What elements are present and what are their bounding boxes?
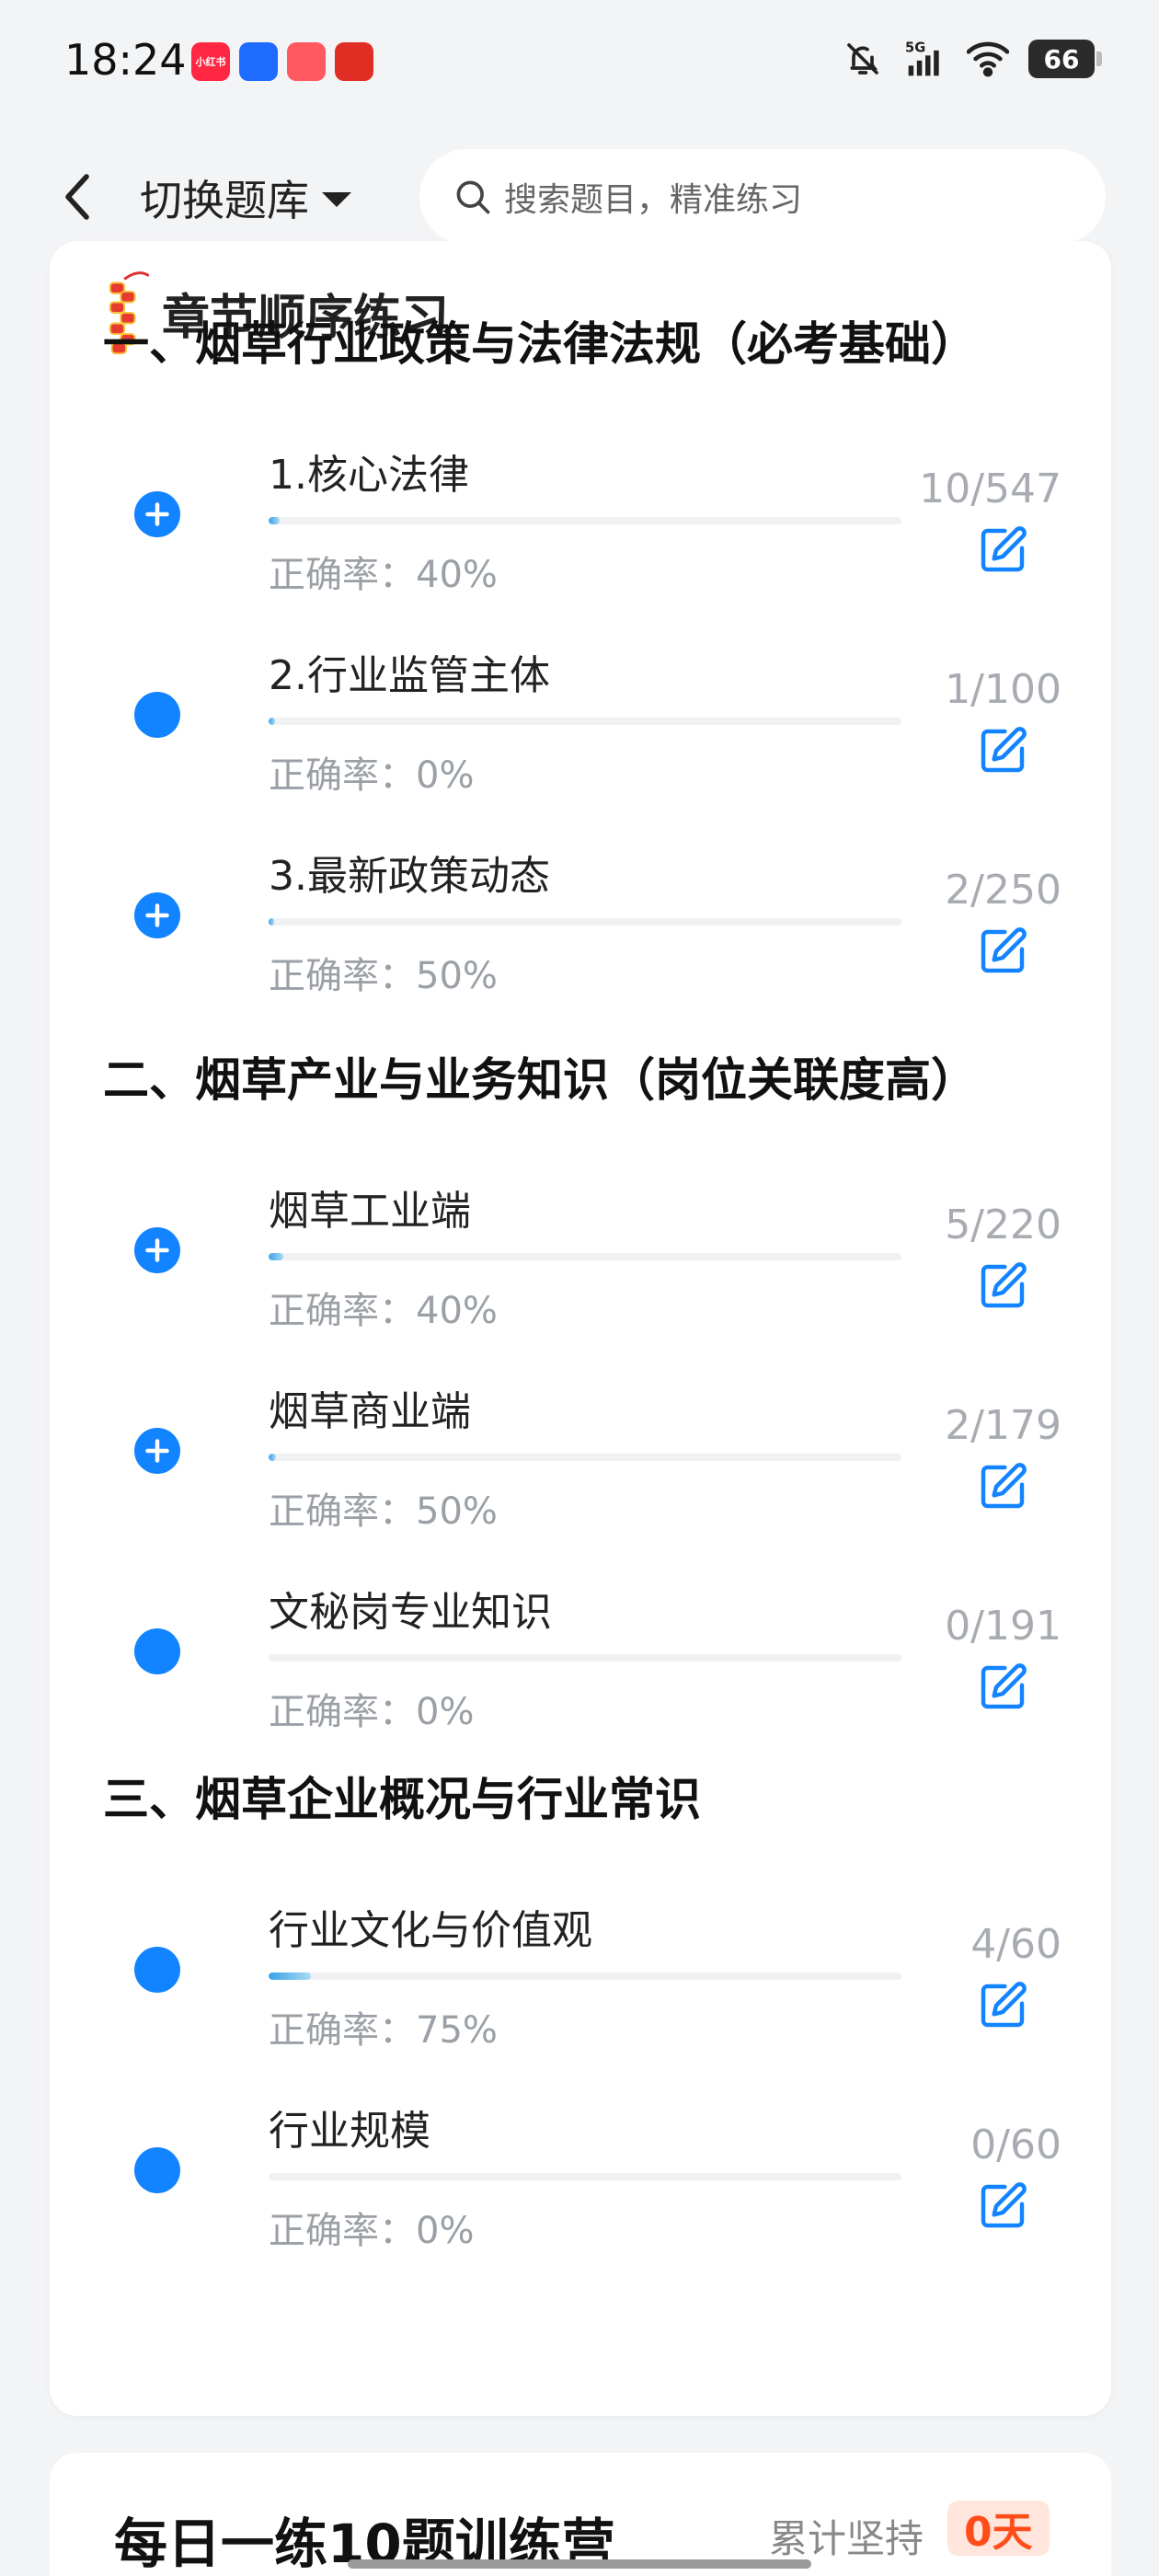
progress-track: [269, 517, 901, 524]
switch-bank-label: 切换题库: [140, 176, 309, 225]
progress-track: [269, 718, 901, 725]
progress-count: 2/250: [945, 867, 1061, 914]
notification-app-icons: 小红书: [191, 42, 373, 81]
expand-plus-icon[interactable]: [134, 1428, 180, 1474]
bullet-dot-icon: [134, 1947, 180, 1993]
progress-count: 5/220: [945, 1202, 1061, 1248]
expand-plus-icon[interactable]: [134, 892, 180, 938]
chapter-item-name: 3.最新政策动态: [269, 853, 550, 900]
accuracy-rate: 正确率：50%: [269, 955, 498, 997]
chapter-item-name: 行业文化与价值观: [269, 1907, 592, 1954]
search-icon: [456, 180, 490, 214]
progress-fill: [269, 1454, 276, 1461]
progress-count: 2/179: [945, 1402, 1061, 1449]
status-time: 18:24: [64, 35, 187, 85]
chapter-practice-card: 章节顺序练习 一、烟草行业政策与法律法规（必考基础） 1.核心法律 正确率：40% 1…: [50, 241, 1111, 2416]
caret-down-icon: [322, 192, 351, 207]
progress-fill: [269, 517, 281, 524]
search-placeholder: 搜索题目，精准练习: [504, 181, 803, 219]
progress-track: [269, 1972, 901, 1980]
daily-training-camp-card[interactable]: 每日一练10题训练营 累计坚持 0天: [50, 2453, 1111, 2576]
progress-fill: [269, 718, 275, 725]
edit-practice-icon[interactable]: [977, 2180, 1028, 2232]
pinduoduo-app-icon: [335, 42, 373, 81]
accuracy-rate: 正确率：50%: [269, 1490, 498, 1533]
back-button[interactable]: [50, 164, 105, 230]
progress-count: 10/547: [919, 466, 1061, 512]
edit-practice-icon[interactable]: [977, 1260, 1028, 1312]
bullet-dot-icon: [134, 1628, 180, 1674]
accuracy-rate: 正确率：75%: [269, 2009, 498, 2052]
status-bar: 18:24 小红书 5G 66: [0, 0, 1159, 129]
kuaikan-app-icon: [287, 42, 326, 81]
camp-persist-label: 累计坚持: [769, 2516, 924, 2561]
expand-plus-icon[interactable]: [134, 1227, 180, 1273]
progress-fill: [269, 1253, 283, 1260]
progress-track: [269, 1253, 901, 1260]
search-input[interactable]: 搜索题目，精准练习: [419, 149, 1106, 245]
chapter-item-name: 行业规模: [269, 2108, 430, 2155]
edit-practice-icon[interactable]: [977, 926, 1028, 977]
expand-plus-icon[interactable]: [134, 491, 180, 537]
chapter-item[interactable]: 烟草工业端正确率：40% 5/220: [50, 1152, 1111, 1352]
chevron-left-icon: [65, 174, 89, 220]
progress-track: [269, 918, 901, 926]
progress-fill: [269, 1972, 312, 1980]
camp-days-badge: 0天: [947, 2501, 1050, 2556]
bullet-dot-icon: [134, 692, 180, 738]
edit-practice-icon[interactable]: [977, 1461, 1028, 1512]
section-title: 三、烟草企业概况与行业常识: [103, 1770, 701, 1831]
accuracy-rate: 正确率：0%: [269, 1691, 475, 1733]
tool-app-icon: [239, 42, 278, 81]
accuracy-rate: 正确率：40%: [269, 1290, 498, 1332]
mute-bell-icon: [841, 37, 885, 81]
chapter-item[interactable]: 行业文化与价值观正确率：75% 4/60: [50, 1871, 1111, 2072]
progress-track: [269, 1654, 901, 1662]
progress-count: 0/60: [970, 2122, 1061, 2168]
chapter-item-name: 2.行业监管主体: [269, 652, 550, 699]
chapter-item-name: 文秘岗专业知识: [269, 1589, 552, 1636]
progress-count: 0/191: [945, 1603, 1061, 1650]
chapter-item[interactable]: 烟草商业端正确率：50% 2/179: [50, 1352, 1111, 1553]
home-indicator[interactable]: [348, 2559, 811, 2569]
progress-count: 4/60: [970, 1921, 1061, 1968]
section-title: 一、烟草行业政策与法律法规（必考基础）: [103, 315, 977, 375]
progress-fill: [269, 918, 274, 926]
chapter-item[interactable]: 1.核心法律正确率：40% 10/547: [50, 416, 1111, 616]
accuracy-rate: 正确率：0%: [269, 2210, 475, 2252]
edit-practice-icon[interactable]: [977, 725, 1028, 776]
bullet-dot-icon: [134, 2147, 180, 2193]
chapter-item[interactable]: 3.最新政策动态正确率：50% 2/250: [50, 817, 1111, 1018]
cellular-signal-icon: 5G: [903, 37, 947, 81]
edit-practice-icon[interactable]: [977, 524, 1028, 576]
battery-icon: 66: [1028, 40, 1102, 78]
edit-practice-icon[interactable]: [977, 1980, 1028, 2031]
section-title-text: 一、烟草行业政策与法律法规（必考基础）: [103, 317, 977, 371]
chapter-item[interactable]: 2.行业监管主体正确率：0% 1/100: [50, 616, 1111, 817]
section-title-text: 三、烟草企业概况与行业常识: [103, 1773, 701, 1826]
chapter-item-name: 1.核心法律: [269, 452, 469, 499]
accuracy-rate: 正确率：40%: [269, 554, 498, 596]
section-title-text: 二、烟草产业与业务知识（岗位关联度高）: [103, 1053, 977, 1107]
xiaohongshu-app-icon: 小红书: [191, 42, 230, 81]
chapter-item[interactable]: 文秘岗专业知识正确率：0% 0/191: [50, 1553, 1111, 1754]
chapter-item-name: 烟草工业端: [269, 1188, 471, 1235]
section-title: 二、烟草产业与业务知识（岗位关联度高）: [103, 1051, 977, 1111]
edit-practice-icon[interactable]: [977, 1662, 1028, 1713]
chapter-item[interactable]: 行业规模正确率：0% 0/60: [50, 2072, 1111, 2272]
progress-track: [269, 2173, 901, 2180]
wifi-icon: [966, 37, 1010, 81]
progress-count: 1/100: [945, 666, 1061, 713]
chapter-item-name: 烟草商业端: [269, 1388, 471, 1435]
network-type-label: 5G: [905, 40, 925, 56]
accuracy-rate: 正确率：0%: [269, 754, 475, 797]
status-indicators: 5G 66: [841, 37, 1102, 81]
switch-question-bank-button[interactable]: 切换题库: [140, 167, 351, 228]
progress-track: [269, 1454, 901, 1461]
